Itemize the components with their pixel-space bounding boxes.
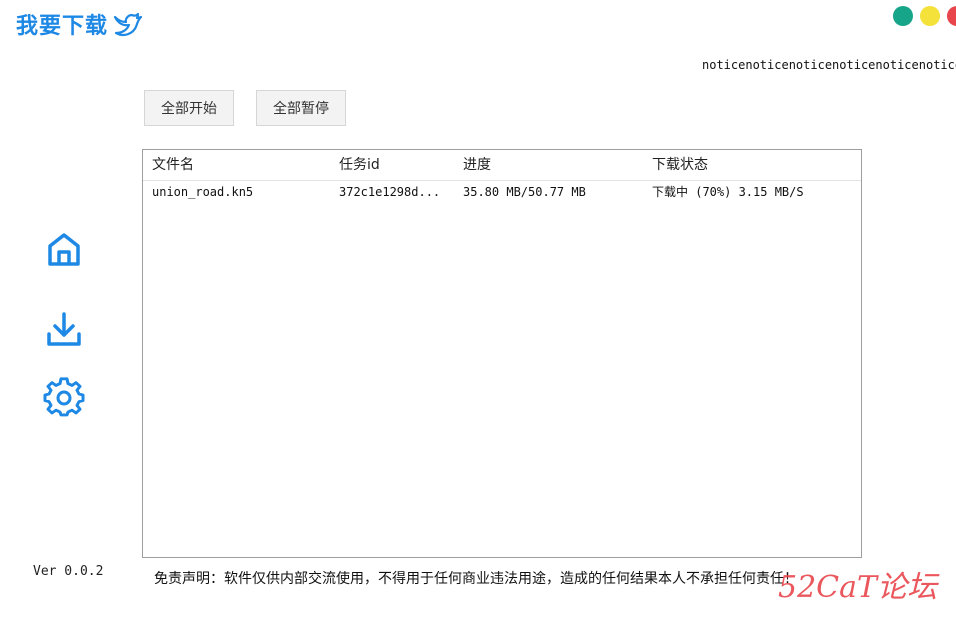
cell-filename: union_road.kn5 — [152, 185, 254, 199]
watermark: 52CaT论坛 — [778, 570, 938, 605]
table-row[interactable]: union_road.kn5 372c1e1298d... 35.80 MB/5… — [143, 181, 861, 203]
pause-all-button[interactable]: 全部暂停 — [256, 90, 346, 126]
column-header-filename[interactable]: 文件名 — [152, 150, 194, 180]
app-window: 我要下载 noticenoticenoticenoticenoticenotic… — [0, 0, 956, 625]
column-header-status[interactable]: 下载状态 — [652, 150, 708, 180]
download-icon[interactable] — [43, 310, 85, 352]
window-controls — [893, 6, 956, 26]
minimize-dot[interactable] — [893, 6, 913, 26]
download-table: 文件名 任务id 进度 下载状态 union_road.kn5 372c1e12… — [142, 149, 862, 558]
notice-marquee: noticenoticenoticenoticenoticenoticenoti — [702, 58, 956, 72]
close-dot[interactable] — [947, 6, 956, 26]
version-label: Ver 0.0.2 — [33, 564, 104, 579]
gear-icon[interactable] — [43, 377, 85, 419]
maximize-dot[interactable] — [920, 6, 940, 26]
start-all-button[interactable]: 全部开始 — [144, 90, 234, 126]
table-header: 文件名 任务id 进度 下载状态 — [143, 150, 861, 181]
bird-logo-icon — [113, 12, 143, 36]
column-header-task-id[interactable]: 任务id — [339, 150, 380, 180]
app-title: 我要下载 — [16, 14, 109, 39]
cell-status: 下载中 (70%) 3.15 MB/S — [652, 185, 804, 199]
disclaimer-text: 免责声明：软件仅供内部交流使用，不得用于任何商业违法用途，造成的任何结果本人不承… — [154, 571, 798, 587]
column-header-progress[interactable]: 进度 — [463, 150, 491, 180]
brand: 我要下载 — [16, 8, 143, 40]
home-icon[interactable] — [43, 228, 85, 270]
cell-task-id: 372c1e1298d... — [339, 185, 441, 199]
cell-progress: 35.80 MB/50.77 MB — [463, 185, 586, 199]
